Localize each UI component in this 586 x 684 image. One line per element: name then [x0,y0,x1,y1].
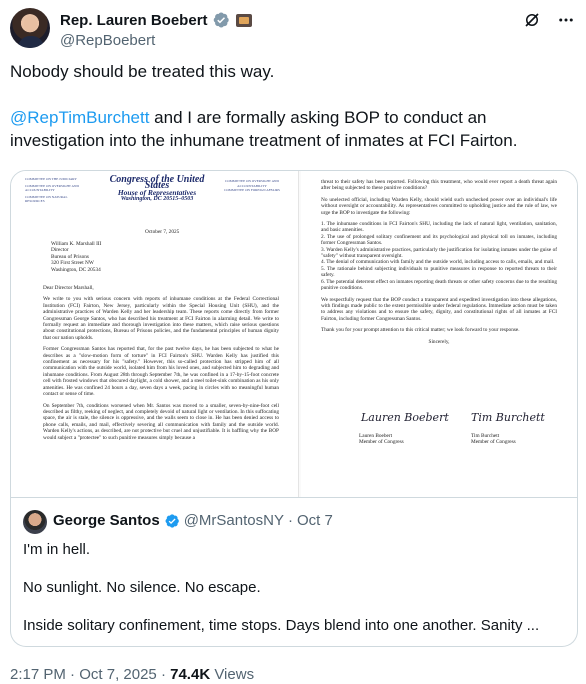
verified-badge-icon[interactable] [164,513,180,529]
tweet-text: Nobody should be treated this way. @RepT… [10,60,576,152]
letterhead: Congress of the United States House of R… [103,175,211,203]
meta-separator: · [156,666,171,683]
signature-block: Lauren Boebert Lauren Boebert Member of … [321,409,557,469]
quoted-text: I'm in hell. No sunlight. No silence. No… [23,540,569,636]
views-label: Views [214,666,255,683]
list-item: 2. The use of prolonged solitary confine… [321,233,557,247]
salutation: Dear Director Marshall, [43,285,94,291]
meta-separator: · [65,666,80,683]
letter-paragraph: No unelected official, including Warden … [321,196,557,216]
author-handle[interactable]: @RepBoebert [60,32,155,49]
committee-item: Committee on Oversight and Accountabilit… [225,179,279,188]
tweet-time[interactable]: 2:17 PM [10,666,66,683]
list-item: 6. The potential deterrent effect on inm… [321,278,557,292]
letter-paragraph: We write to you with serious concern wit… [43,296,279,341]
list-item: 5. The rationale behind subjecting indiv… [321,265,557,279]
letter-date: October 7, 2025 [145,229,180,235]
letter-image[interactable]: Committee on the Judiciary Committee on … [10,170,578,498]
letter-paragraph: Former Congressman Santos has reported t… [43,346,279,398]
request-list: 1. The inhumane conditions in FCI Fairto… [321,221,557,291]
letter-paragraph: threat to their safety has been reported… [321,179,557,192]
letterhead-city: Washington, DC 20515–0503 [120,196,194,203]
tweet-date[interactable]: Oct 7, 2025 [79,666,157,683]
tweet-header: Rep. Lauren Boebert @RepBoebert [10,6,576,58]
letter-body-left: Dear Director Marshall, We write to you … [43,285,279,446]
letter-page-1: Committee on the Judiciary Committee on … [11,171,299,497]
more-icon[interactable] [556,10,576,30]
quoted-line-2: No sunlight. No silence. No escape. [23,579,261,596]
letter-paragraph: Thank you for your prompt attention to t… [321,327,520,334]
letter-paragraph: We respectfully request that the BOP con… [321,296,557,322]
avatar[interactable] [10,8,50,48]
mention-link[interactable]: @RepTimBurchett [10,108,149,127]
grok-icon[interactable] [522,10,542,30]
signatory-boebert: Lauren Boebert Member of Congress [359,433,404,446]
quoted-date[interactable]: Oct 7 [297,512,333,529]
letter-paragraph: On September 7th, conditions worsened wh… [43,402,279,441]
quoted-handle[interactable]: @MrSantosNY [184,512,284,529]
list-item: 3. Warden Kelly's administrative practic… [321,246,557,260]
tweet-meta: 2:17 PM · Oct 7, 2025 · 74.4K Views [10,666,254,683]
committee-item: Committee on Foreign Affairs [224,188,280,193]
list-item: 4. The denial of communication with fami… [321,259,555,266]
quoted-avatar[interactable] [23,510,47,534]
verified-badge-icon[interactable] [212,11,230,29]
government-badge-icon [235,13,252,27]
signatory-title: Member of Congress [359,439,404,446]
quoted-name-row: George Santos @MrSantosNY · Oct 7 [53,512,333,529]
signatory-burchett: Tim Burchett Member of Congress [471,433,516,446]
address-line: 320 First Street NW [51,260,94,267]
list-item: 1. The inhumane conditions in FCI Fairto… [321,221,557,234]
committee-list-left: Committee on the Judiciary Committee on … [25,177,85,206]
tweet-line-2: @RepTimBurchett and I are formally askin… [10,106,576,152]
quoted-line-1: I'm in hell. [23,541,91,558]
signature-boebert: Lauren Boebert [361,411,449,424]
author-name-row: Rep. Lauren Boebert [60,11,252,29]
signatory-title: Member of Congress [471,439,516,446]
author-display-name[interactable]: Rep. Lauren Boebert [60,12,208,29]
quoted-tweet[interactable]: George Santos @MrSantosNY · Oct 7 I'm in… [10,496,578,647]
committee-list-right: Committee on Oversight and Accountabilit… [219,179,285,193]
letter-address: William K. Marshall III Director Bureau … [51,241,101,273]
separator-dot: · [287,512,293,529]
committee-item: Committee on Natural Resources [25,194,68,204]
views-count: 74.4K [170,666,211,683]
letter-body-right: threat to their safety has been reported… [321,179,557,350]
closing: Sincerely, [428,338,450,345]
tweet-line-1: Nobody should be treated this way. [10,62,275,81]
quoted-line-3: Inside solitary confinement, time stops.… [23,617,540,634]
address-line: Washington, DC 20534 [51,266,101,273]
signature-burchett: Tim Burchett [471,411,545,424]
quoted-display-name[interactable]: George Santos [53,512,160,529]
header-actions [522,10,576,30]
committee-item: Committee on the Judiciary [25,177,77,181]
committee-item: Committee on Oversight and Accountabilit… [25,183,79,193]
letter-page-2: threat to their safety has been reported… [301,171,577,497]
